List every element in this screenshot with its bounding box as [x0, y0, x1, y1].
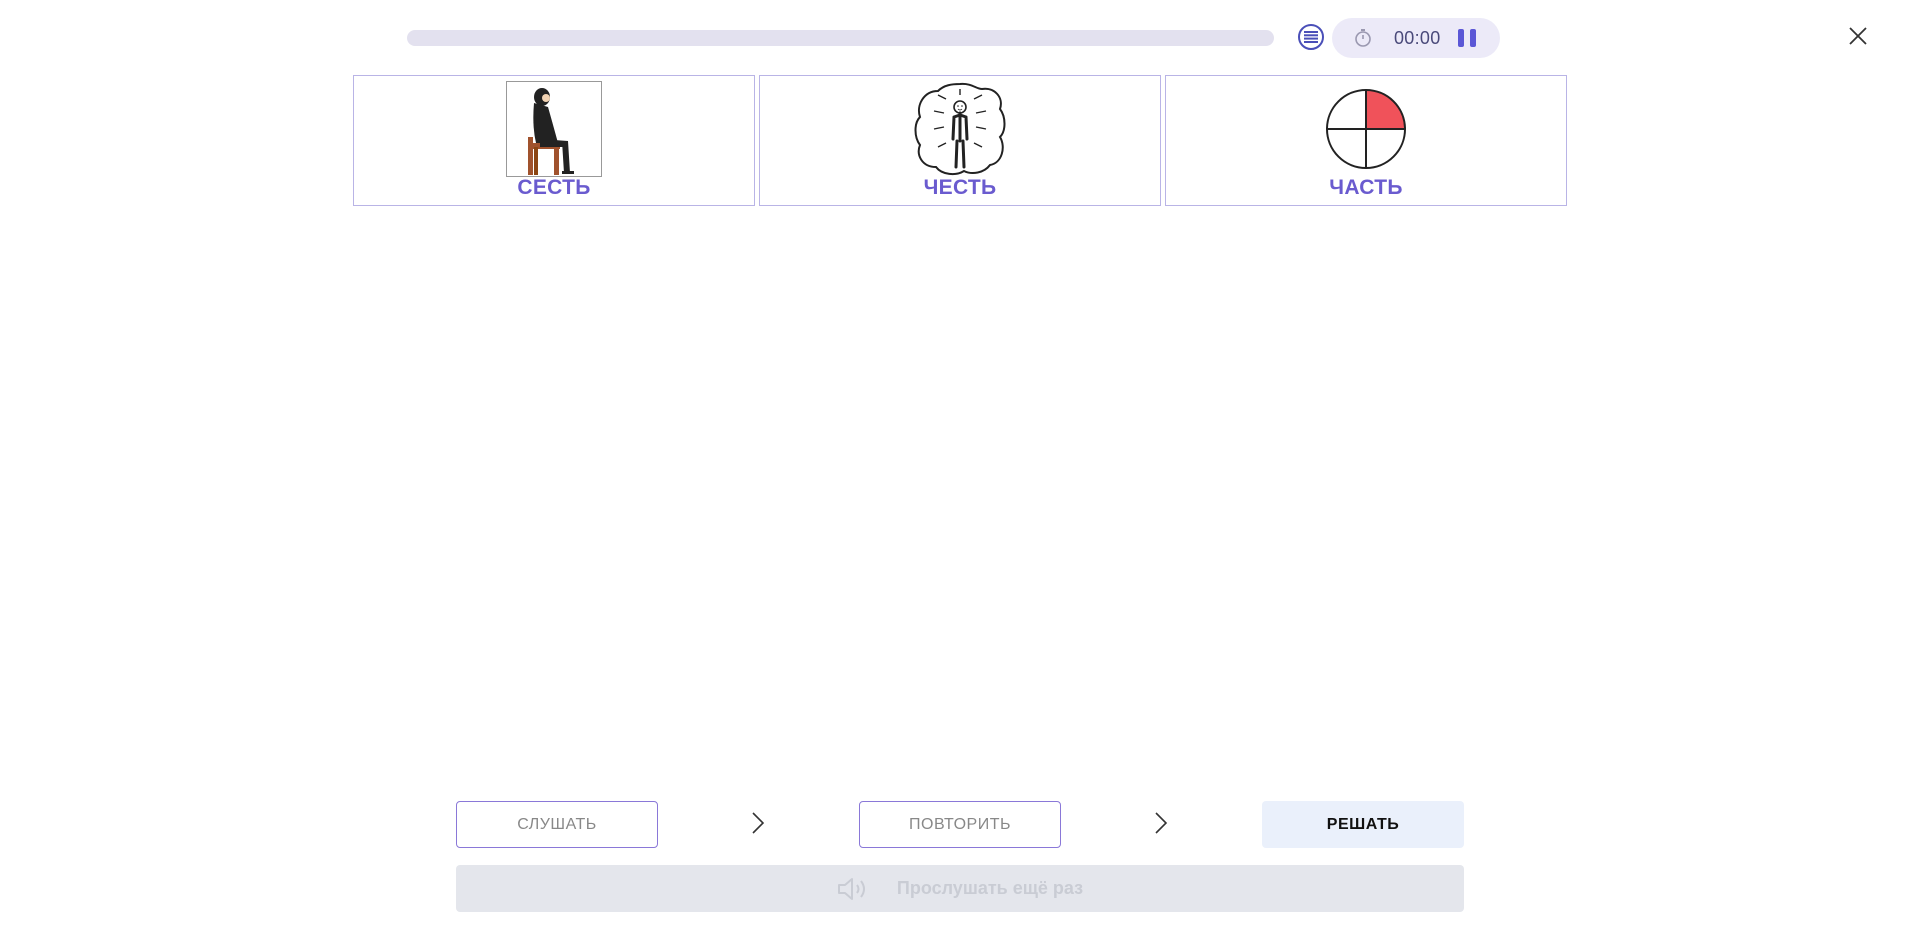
word-card-chest[interactable]: ЧЕСТЬ	[759, 75, 1161, 206]
repeat-button[interactable]: ПОВТОРИТЬ	[859, 801, 1061, 848]
pause-icon-left	[1458, 29, 1464, 47]
speaker-icon	[837, 877, 865, 900]
honor-person-icon	[914, 82, 1006, 176]
timer-value: 00:00	[1394, 27, 1441, 48]
card-label: ЧЕСТЬ	[923, 176, 997, 199]
word-cards: СЕСТЬ ЧЕСТЬ ЧАСТЬ	[353, 75, 1567, 208]
pause-button[interactable]	[1458, 29, 1476, 47]
solve-button[interactable]: РЕШАТЬ	[1262, 801, 1464, 848]
chevron-right-icon	[752, 812, 765, 834]
replay-button[interactable]: Прослушать ещё раз	[456, 865, 1464, 912]
stopwatch-icon	[1354, 28, 1374, 48]
word-card-chast[interactable]: ЧАСТЬ	[1165, 75, 1567, 206]
list-icon	[1304, 31, 1318, 43]
pause-icon-right	[1470, 29, 1476, 47]
replay-label: Прослушать ещё раз	[896, 878, 1084, 898]
listen-button[interactable]: СЛУШАТЬ	[456, 801, 658, 848]
chevron-right-icon	[1155, 812, 1168, 834]
timer: 00:00	[1332, 18, 1500, 58]
quarter-pie-icon	[1326, 89, 1406, 169]
list-button[interactable]	[1298, 24, 1324, 50]
close-button[interactable]	[1846, 24, 1870, 48]
word-card-sest[interactable]: СЕСТЬ	[353, 75, 755, 206]
progress-bar	[407, 30, 1274, 46]
close-icon	[1849, 27, 1867, 45]
sitting-person-icon	[506, 81, 602, 177]
card-label: ЧАСТЬ	[1329, 176, 1403, 199]
card-label: СЕСТЬ	[517, 176, 591, 199]
